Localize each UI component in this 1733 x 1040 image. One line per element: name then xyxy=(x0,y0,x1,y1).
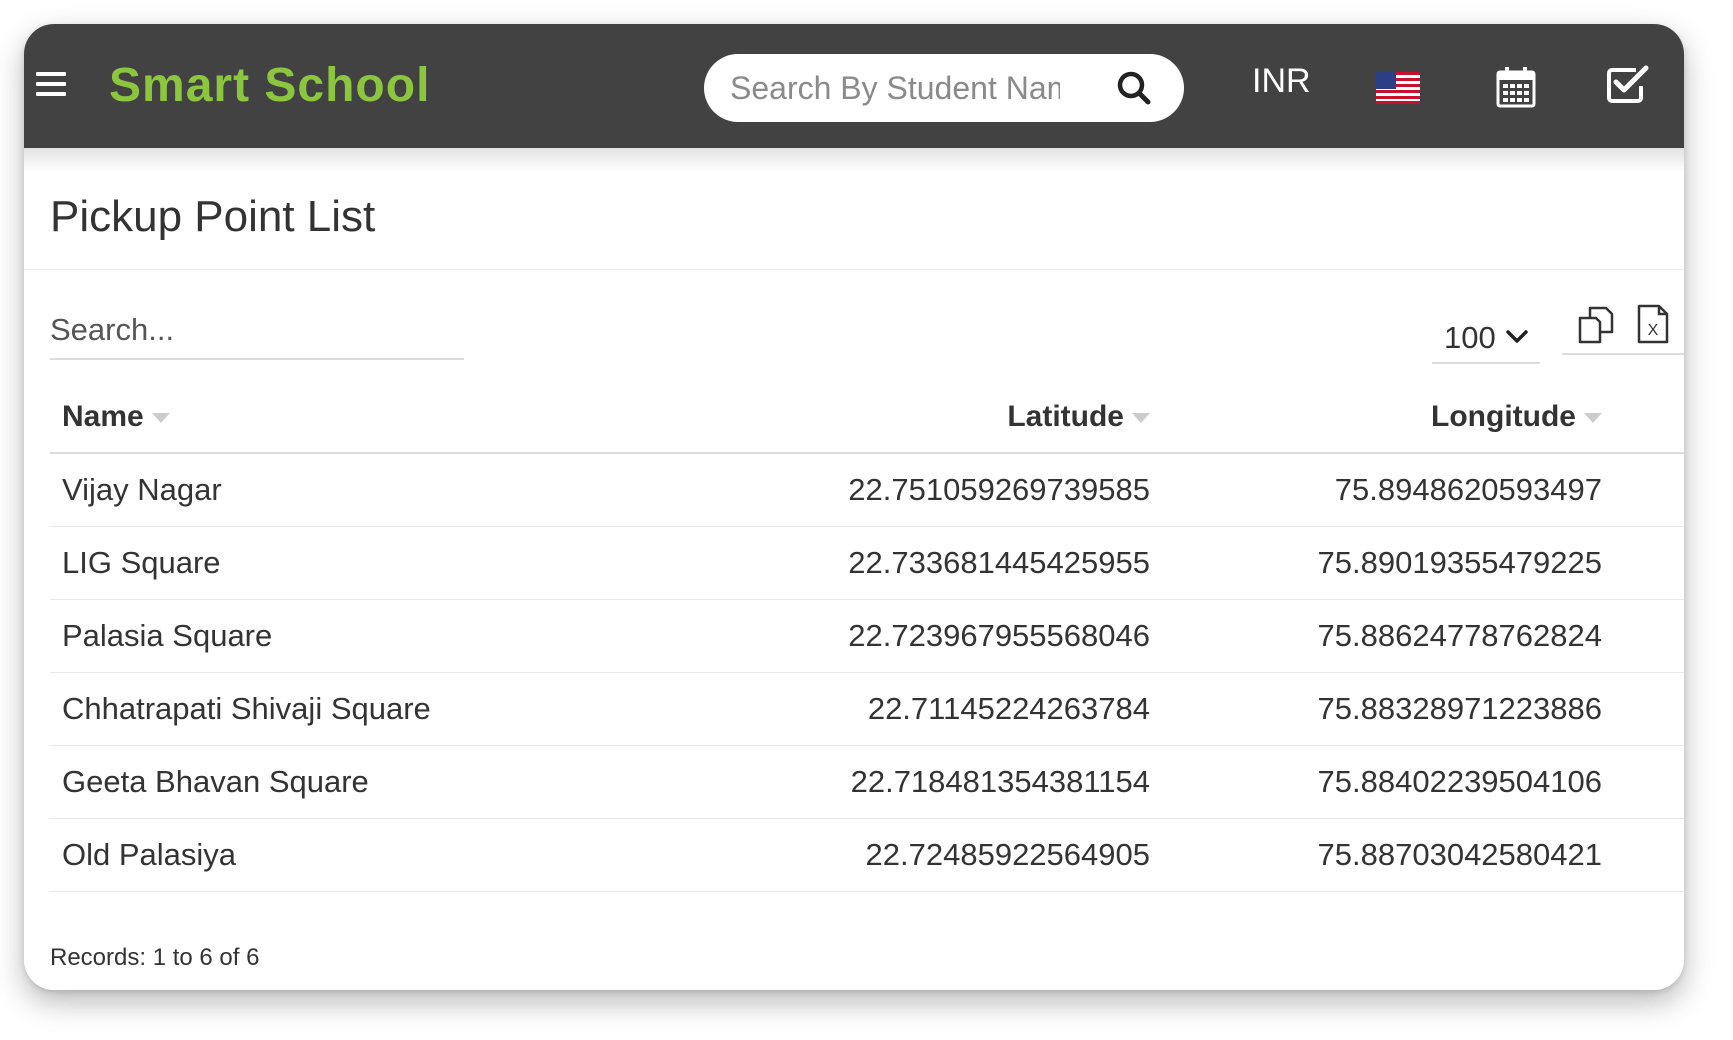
menu-toggle-icon[interactable] xyxy=(36,72,66,96)
cell-latitude: 22.733681445425955 xyxy=(622,526,1150,600)
copy-icon[interactable] xyxy=(1576,304,1614,344)
cell-latitude: 22.751059269739585 xyxy=(622,453,1150,527)
cell-name: Geeta Bhavan Square xyxy=(50,745,622,819)
export-tools-underline xyxy=(1562,353,1684,355)
pickup-point-table: Name Latitude Longitude Vijay Nagar 22.7… xyxy=(50,382,1684,892)
table-row: Palasia Square 22.723967955568046 75.886… xyxy=(50,599,1684,673)
svg-text:X: X xyxy=(1648,322,1659,339)
app-window: Smart School INR xyxy=(24,24,1684,990)
us-flag-icon[interactable] xyxy=(1376,72,1420,104)
cell-longitude: 75.88402239504106 xyxy=(1150,745,1684,819)
navbar-shadow xyxy=(24,148,1684,172)
title-divider xyxy=(24,269,1684,270)
cell-latitude: 22.71145224263784 xyxy=(622,672,1150,746)
column-header-label: Name xyxy=(62,400,144,433)
cell-latitude: 22.72485922564905 xyxy=(622,818,1150,892)
cell-name: Old Palasiya xyxy=(50,818,622,892)
column-header-label: Longitude xyxy=(1431,400,1576,433)
excel-export-icon[interactable]: X xyxy=(1636,304,1670,344)
brand-logo-text[interactable]: Smart School xyxy=(109,58,430,113)
cell-longitude: 75.89019355479225 xyxy=(1150,526,1684,600)
column-header-name[interactable]: Name xyxy=(50,382,622,454)
table-header-row: Name Latitude Longitude xyxy=(50,382,1684,454)
page-title: Pickup Point List xyxy=(50,192,376,241)
page-size-select[interactable]: 100 xyxy=(1432,312,1540,364)
table-row: LIG Square 22.733681445425955 75.8901935… xyxy=(50,526,1684,600)
cell-latitude: 22.723967955568046 xyxy=(622,599,1150,673)
cell-longitude: 75.88703042580421 xyxy=(1150,818,1684,892)
table-row: Old Palasiya 22.72485922564905 75.887030… xyxy=(50,818,1684,892)
cell-longitude: 75.88328971223886 xyxy=(1150,672,1684,746)
table-search-field xyxy=(50,306,464,360)
student-search-box xyxy=(704,54,1184,122)
page-size-value: 100 xyxy=(1444,320,1496,355)
table-row: Vijay Nagar 22.751059269739585 75.894862… xyxy=(50,453,1684,527)
student-search-input[interactable] xyxy=(730,64,1060,112)
cell-longitude: 75.8948620593497 xyxy=(1150,453,1684,527)
cell-latitude: 22.718481354381154 xyxy=(622,745,1150,819)
column-header-latitude[interactable]: Latitude xyxy=(622,382,1150,454)
sort-caret-icon xyxy=(1132,413,1150,424)
records-count: Records: 1 to 6 of 6 xyxy=(50,944,260,971)
search-icon[interactable] xyxy=(1114,68,1154,108)
cell-name: Chhatrapati Shivaji Square xyxy=(50,672,622,746)
chevron-down-icon xyxy=(1506,330,1528,343)
sort-caret-icon xyxy=(151,413,170,424)
cell-name: Vijay Nagar xyxy=(50,453,622,527)
calendar-icon[interactable] xyxy=(1496,66,1536,108)
cell-longitude: 75.88624778762824 xyxy=(1150,599,1684,673)
cell-name: LIG Square xyxy=(50,526,622,600)
column-header-longitude[interactable]: Longitude xyxy=(1150,382,1684,454)
task-check-icon[interactable] xyxy=(1606,64,1650,104)
table-row: Chhatrapati Shivaji Square 22.7114522426… xyxy=(50,672,1684,746)
table-search-input[interactable] xyxy=(50,306,464,354)
sort-caret-icon xyxy=(1584,413,1602,424)
column-header-label: Latitude xyxy=(1007,400,1124,433)
table-row: Geeta Bhavan Square 22.718481354381154 7… xyxy=(50,745,1684,819)
top-navbar: Smart School INR xyxy=(24,24,1684,148)
currency-selector[interactable]: INR xyxy=(1252,62,1311,101)
cell-name: Palasia Square xyxy=(50,599,622,673)
